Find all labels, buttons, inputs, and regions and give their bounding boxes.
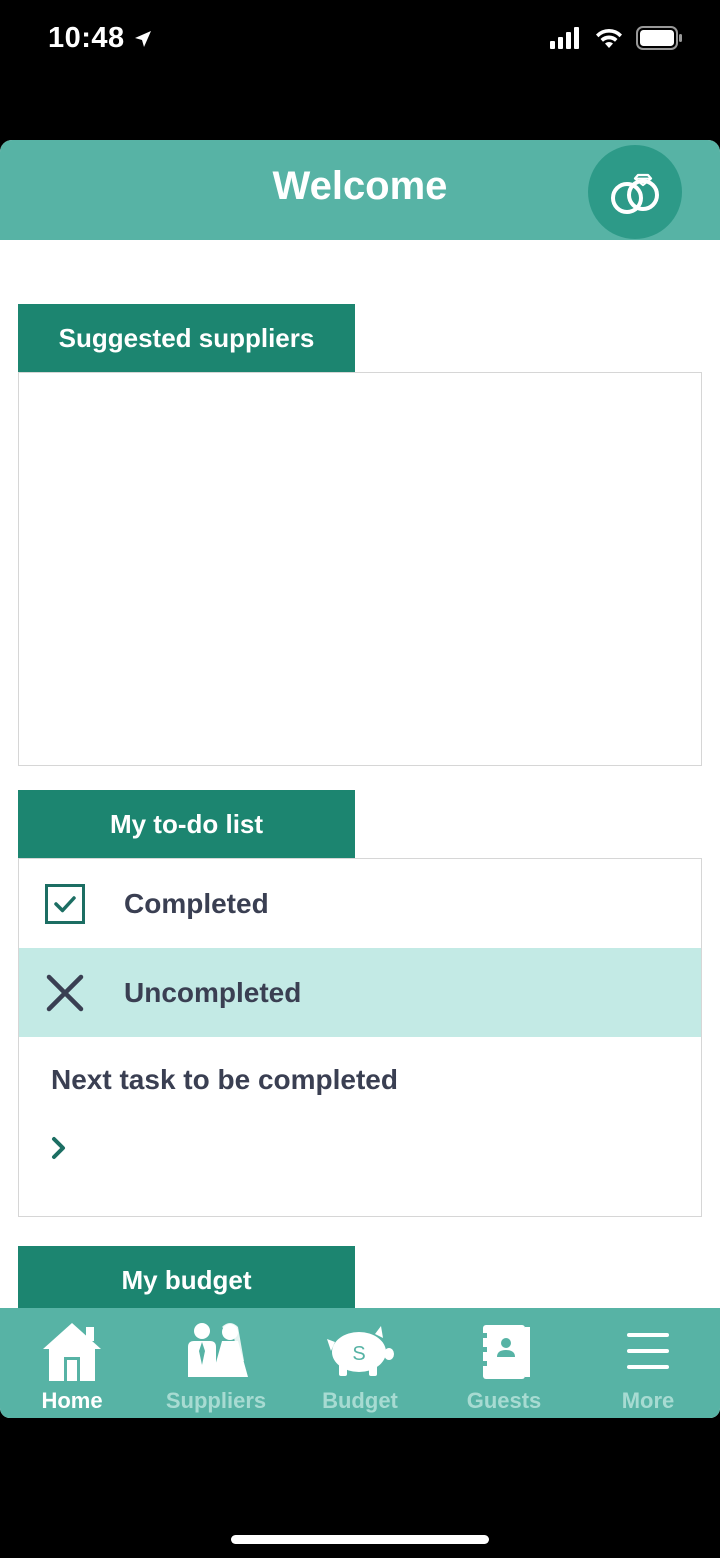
location-arrow-icon (134, 30, 151, 47)
app-screen: Welcome Suggested suppliers My to-do lis… (0, 140, 720, 1418)
completed-row[interactable]: Completed (19, 859, 701, 948)
todo-list-tab: My to-do list (18, 790, 355, 858)
next-task-label: Next task to be completed (51, 1064, 398, 1095)
svg-text:S: S (352, 1343, 365, 1365)
tab-budget-label: Budget (322, 1388, 398, 1413)
tab-home-label: Home (41, 1388, 103, 1413)
tab-suppliers[interactable]: Suppliers (144, 1308, 288, 1418)
uncompleted-label: Uncompleted (124, 976, 302, 1008)
chevron-right-icon[interactable] (49, 1135, 69, 1161)
piggy-bank-icon: S (325, 1318, 395, 1384)
uncompleted-row[interactable]: Uncompleted (19, 948, 701, 1037)
tab-more-label: More (621, 1388, 675, 1413)
home-indicator[interactable] (231, 1535, 489, 1544)
menu-icon (627, 1318, 669, 1384)
budget-title: My budget (121, 1264, 252, 1295)
checkbox-checked-icon (45, 883, 85, 924)
tab-budget[interactable]: S Budget (288, 1308, 432, 1418)
wedding-rings-icon[interactable] (588, 145, 682, 239)
status-bar: 10:48 (0, 0, 720, 80)
battery-icon (636, 26, 682, 50)
header-bar: Welcome (0, 140, 720, 240)
status-indicators (550, 26, 682, 50)
address-book-icon (475, 1318, 533, 1384)
completed-label: Completed (124, 887, 269, 919)
tab-home[interactable]: Home (0, 1308, 144, 1418)
close-x-icon (46, 974, 84, 1011)
status-time: 10:48 (48, 22, 153, 55)
home-icon (39, 1318, 105, 1384)
bottom-tab-bar: Home Suppliers S Budget Guests More (0, 1308, 720, 1418)
suggested-suppliers-title: Suggested suppliers (58, 322, 315, 353)
tab-suppliers-label: Suppliers (165, 1388, 267, 1413)
time-text: 10:48 (48, 22, 125, 54)
tab-guests-label: Guests (466, 1388, 542, 1413)
todo-list-panel: Completed Uncompleted Next task to be co… (18, 858, 702, 1217)
budget-tab: My budget (18, 1246, 355, 1314)
todo-list-title: My to-do list (109, 808, 264, 839)
tab-guests[interactable]: Guests (432, 1308, 576, 1418)
cellular-signal-icon (550, 27, 579, 49)
tab-more[interactable]: More (576, 1308, 720, 1418)
wifi-icon (596, 28, 622, 48)
suggested-suppliers-panel (18, 372, 702, 766)
couple-icon (182, 1318, 250, 1384)
suggested-suppliers-tab: Suggested suppliers (18, 304, 355, 372)
